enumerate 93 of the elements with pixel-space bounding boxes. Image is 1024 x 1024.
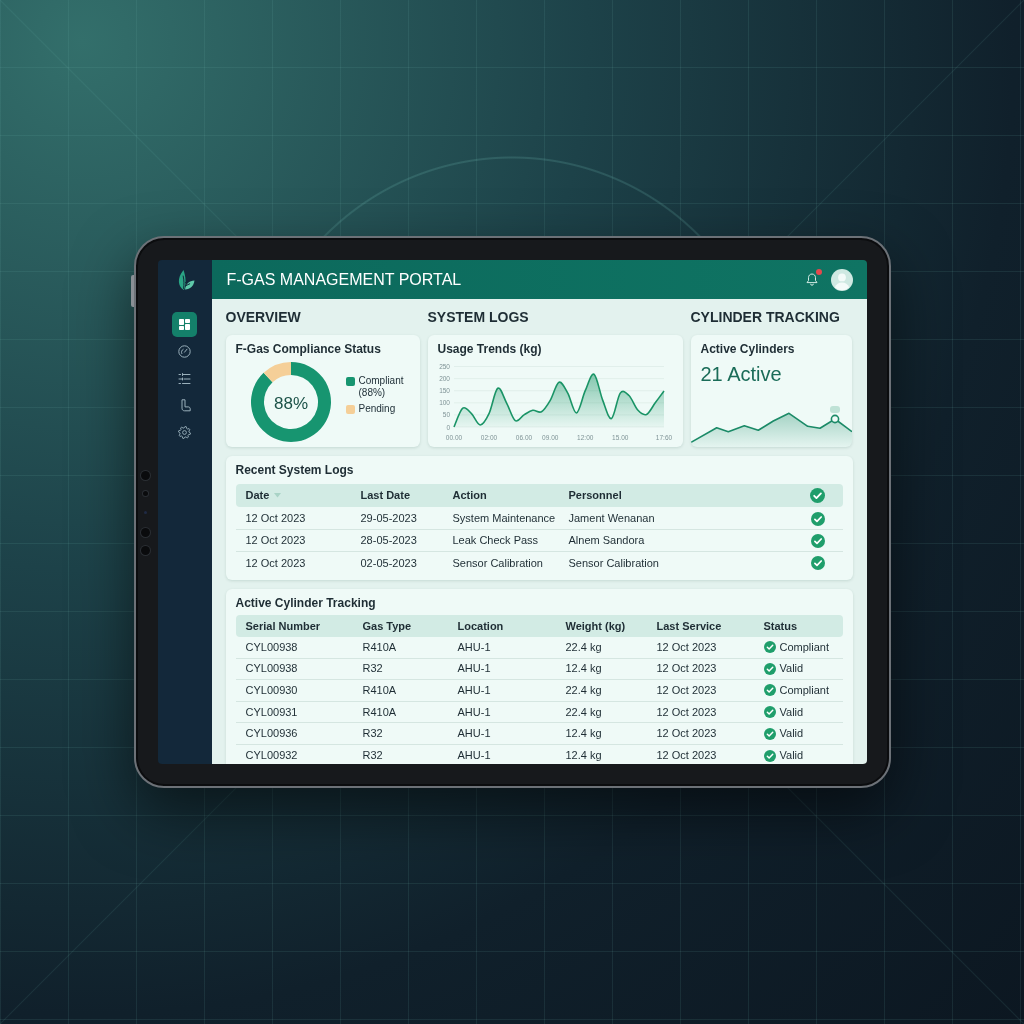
status-label: Valid [779, 705, 804, 719]
status-label: Compliant [779, 684, 830, 697]
dashboard-icon [179, 319, 190, 330]
column-header: Action [452, 489, 487, 502]
bezel-dot-icon [141, 545, 150, 555]
table-cell: R32 [362, 727, 383, 741]
notification-bell-icon[interactable] [805, 273, 818, 286]
table-cell: AHU-1 [457, 684, 491, 697]
avatar-icon[interactable] [830, 268, 853, 291]
hardware-button[interactable] [130, 275, 134, 307]
section-heading: OVERVIEW [225, 308, 301, 327]
table-cell: 12 Oct 2023 [656, 640, 717, 654]
column-header: Personnel [568, 489, 622, 502]
status-label: Valid [779, 662, 804, 676]
table-cell: CYL00932 [245, 749, 298, 763]
table-cell: AHU-1 [457, 749, 491, 763]
legend-label: Compliant (88%) [358, 375, 405, 399]
table-cell: AHU-1 [457, 662, 491, 676]
bezel-dot-icon [144, 510, 147, 514]
column-header: Date [245, 489, 270, 502]
boot-icon [178, 399, 191, 412]
card-title: Usage Trends (kg) [437, 342, 543, 356]
check-circle-icon [763, 641, 776, 654]
table-cell: Alnem Sandora [568, 534, 645, 547]
check-circle-icon [763, 662, 776, 675]
table-cell: 12 Oct 2023 [656, 662, 717, 676]
column-header: Location [457, 619, 504, 633]
column-header: Last Service [656, 619, 722, 633]
table-cell: 12 Oct 2023 [245, 556, 306, 570]
card-title: Active Cylinder Tracking [235, 596, 377, 610]
check-circle-icon [810, 488, 825, 503]
table-cell: 12 Oct 2023 [245, 512, 306, 525]
stat-value: 21 Active [700, 362, 782, 386]
table-cell: CYL00930 [245, 684, 298, 697]
table-cell: 12.4 kg [565, 727, 602, 741]
check-circle-icon [763, 749, 776, 762]
table-cell: Sensor Calibration [452, 556, 543, 570]
table-cell: Leak Check Pass [452, 534, 539, 547]
column-header: Weight (kg) [565, 619, 626, 633]
legend-label: Pending [358, 403, 396, 415]
table-cell: CYL00931 [245, 705, 298, 719]
table-cell: CYL00938 [245, 640, 298, 654]
table-cell: 12 Oct 2023 [656, 727, 717, 741]
settings-icon [178, 426, 191, 439]
table-cell: Jament Wenanan [568, 512, 655, 525]
table-cell: 12 Oct 2023 [656, 684, 717, 697]
table-cell: AHU-1 [457, 640, 491, 654]
table-cell: Sensor Calibration [568, 556, 659, 570]
table-cell: 12 Oct 2023 [656, 705, 717, 719]
status-label: Compliant [779, 640, 830, 654]
table-cell: AHU-1 [457, 705, 491, 719]
section-heading: CYLINDER TRACKING [690, 308, 840, 327]
column-header: Gas Type [362, 619, 412, 633]
table-cell: R410A [362, 684, 397, 697]
check-circle-icon [763, 684, 776, 697]
table-cell: CYL00938 [245, 662, 298, 676]
table-cell: 12 Oct 2023 [245, 534, 306, 547]
check-circle-icon [763, 706, 776, 719]
portal-title: F-GAS MANAGEMENT PORTAL [226, 269, 462, 290]
table-cell: System Maintenance [452, 512, 556, 525]
table-cell: 29-05-2023 [360, 512, 417, 525]
card-title: Active Cylinders [700, 342, 795, 356]
bezel-dot-icon [141, 527, 150, 537]
table-cell: 28-05-2023 [360, 534, 417, 547]
table-cell: R32 [362, 749, 383, 763]
donut-center-label: 88% [273, 393, 308, 413]
table-cell: 12.4 kg [565, 662, 602, 676]
table-cell: R410A [362, 640, 397, 654]
table-cell: 22.4 kg [565, 684, 602, 697]
section-heading: SYSTEM LOGS [427, 308, 529, 327]
table-cell: R410A [362, 705, 397, 719]
gauge-icon [178, 345, 191, 358]
check-circle-icon [763, 727, 776, 740]
table-cell: 12.4 kg [565, 749, 602, 763]
table-cell: R32 [362, 662, 383, 676]
nav-button[interactable] [172, 312, 197, 337]
table-cell: 22.4 kg [565, 640, 602, 654]
card-title: Recent System Logs [235, 463, 355, 477]
table-cell: 22.4 kg [565, 705, 602, 719]
column-header: Last Date [360, 489, 411, 502]
point-marker-icon [829, 406, 840, 424]
column-header: Serial Number [245, 619, 321, 633]
bezel-dot-icon [141, 470, 150, 480]
table-cell: 12 Oct 2023 [656, 749, 717, 763]
card-title: F-Gas Compliance Status [235, 342, 382, 356]
table-cell: CYL00936 [245, 727, 298, 741]
table-cell: AHU-1 [457, 727, 491, 741]
list-icon [178, 372, 191, 385]
bezel-dot-icon [143, 490, 148, 496]
table-cell: 02-05-2023 [360, 556, 417, 570]
column-header: Status [763, 619, 798, 633]
status-label: Valid [779, 749, 804, 763]
status-label: Valid [779, 727, 804, 741]
